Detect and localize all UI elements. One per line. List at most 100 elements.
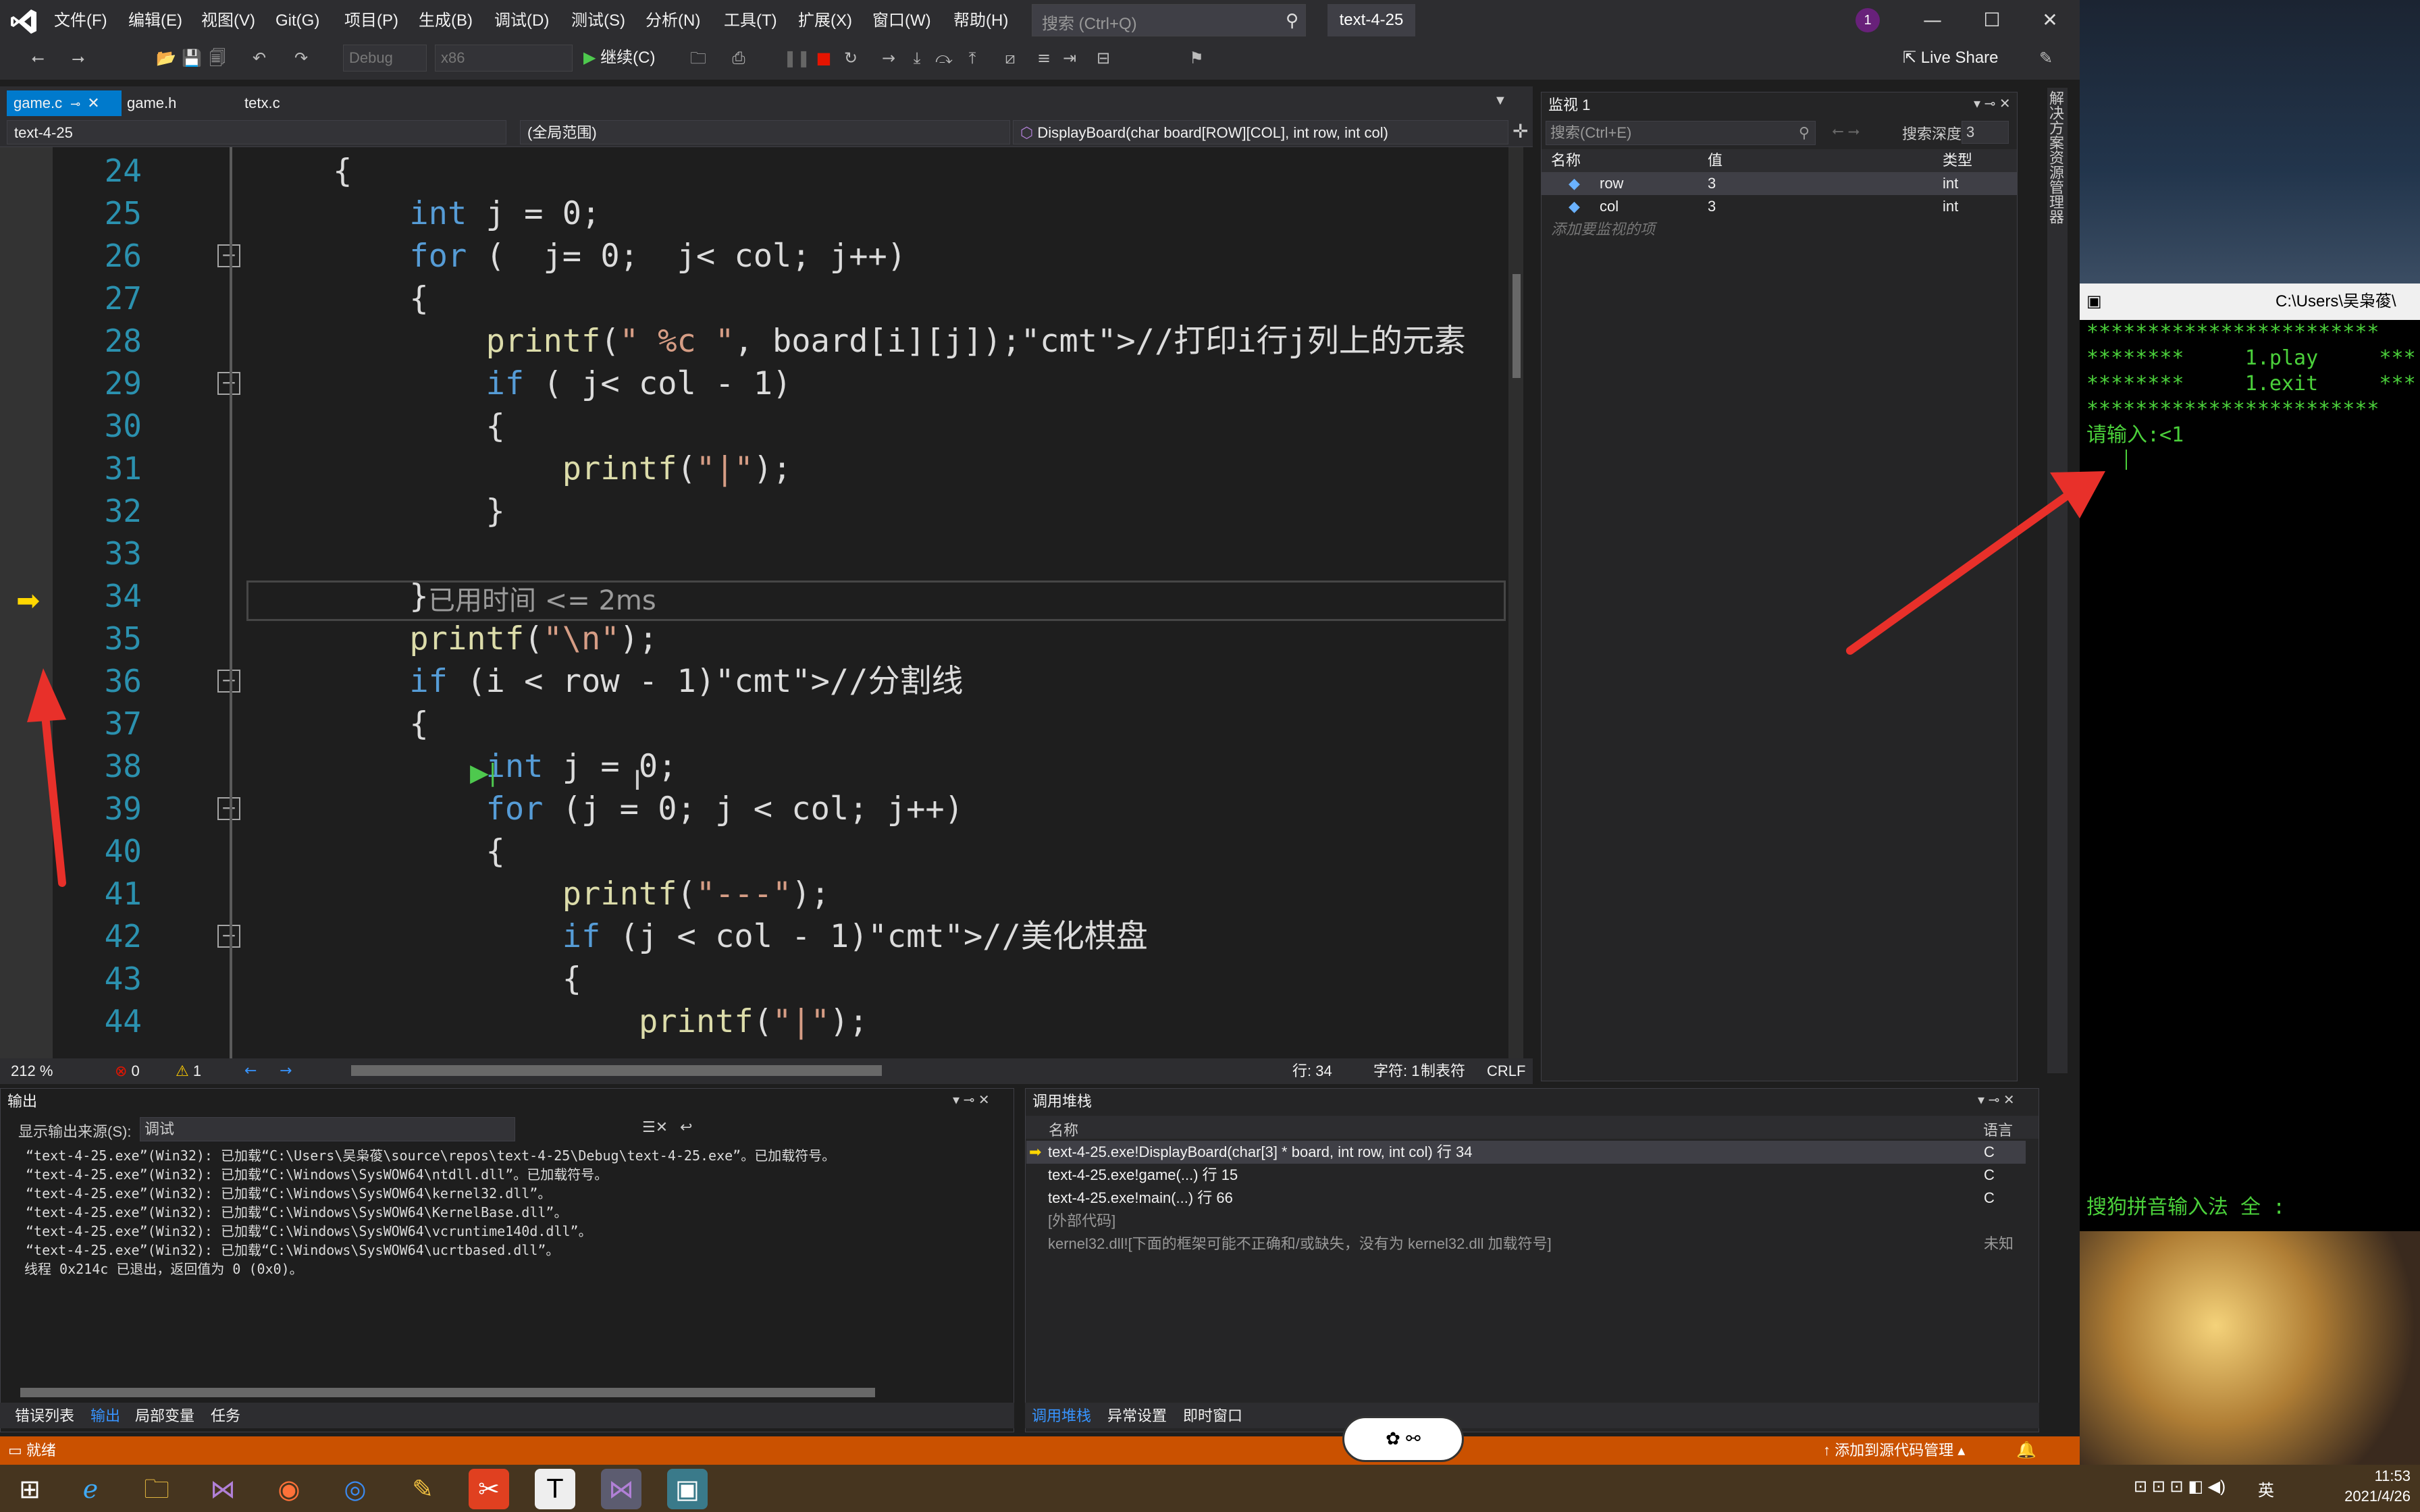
comment-icon[interactable]: ≡ — [1033, 47, 1055, 69]
tab-output[interactable]: 输出 — [90, 1404, 120, 1428]
fold-toggle-icon[interactable]: − — [217, 372, 240, 395]
scope-combo[interactable]: (全局范围) — [520, 120, 1010, 144]
tab-call-stack[interactable]: 调用堆栈 — [1032, 1404, 1091, 1428]
editor-horizontal-scrollbar[interactable] — [351, 1065, 882, 1076]
bell-icon[interactable]: 🔔 — [2016, 1440, 2036, 1459]
prev-issue-icon[interactable]: ← — [244, 1061, 257, 1081]
app-icon[interactable]: ✂ — [469, 1469, 509, 1509]
tab-game-h[interactable]: game.h — [120, 90, 183, 116]
tab-locals[interactable]: 局部变量 — [135, 1404, 194, 1428]
code-line[interactable]: int j = 0; — [257, 192, 600, 235]
code-line[interactable]: { — [257, 405, 505, 448]
internet-explorer-icon[interactable]: ℯ — [70, 1469, 111, 1509]
open-folder-icon[interactable]: 📂 — [155, 47, 177, 69]
config-combo[interactable]: Debug — [343, 45, 427, 72]
code-line[interactable]: { — [257, 277, 428, 320]
tab-game-c[interactable]: game.c ⊸ ✕ — [7, 90, 122, 116]
tab-list-dropdown-icon[interactable]: ▼ — [1494, 93, 1507, 109]
callstack-row[interactable]: text-4-25.exe!main(...) 行 66 C — [1026, 1187, 2026, 1210]
word-wrap-icon[interactable]: ↩ — [680, 1118, 692, 1136]
menu-item[interactable]: 工具(T) — [724, 9, 777, 33]
watch-row[interactable]: ◆ row 3 int — [1542, 172, 2017, 195]
code-line[interactable]: printf("---"); — [257, 873, 830, 915]
menu-item[interactable]: 测试(S) — [571, 9, 625, 33]
tab-exception-settings[interactable]: 异常设置 — [1107, 1404, 1167, 1428]
callstack-row[interactable]: [外部代码] — [1026, 1210, 2026, 1233]
warning-count[interactable]: ⚠ 1 — [176, 1061, 201, 1081]
browser-icon[interactable]: ◎ — [335, 1469, 375, 1509]
code-line[interactable]: for ( j= 0; j< col; j++) — [257, 235, 906, 277]
stop-icon[interactable]: ■ — [813, 47, 835, 69]
tab-tasks[interactable]: 任务 — [211, 1404, 240, 1428]
error-count[interactable]: ⊗ 0 — [115, 1061, 140, 1081]
input-language[interactable]: 英 — [2258, 1477, 2274, 1501]
redo-icon[interactable]: ↷ — [290, 47, 312, 69]
menu-item[interactable]: 扩展(X) — [798, 9, 852, 33]
paint-icon[interactable]: ✎ — [402, 1469, 443, 1509]
clock-date[interactable]: 2021/4/26 — [2323, 1488, 2411, 1505]
visual-studio-icon[interactable]: ⋈ — [203, 1469, 243, 1509]
clock-time[interactable]: 11:53 — [2336, 1467, 2411, 1485]
forward-icon[interactable]: ⭢ — [68, 47, 89, 69]
step-over-icon[interactable]: ⤼ — [933, 47, 955, 69]
nav-arrows-icon[interactable]: ⭠ ⭢ — [1832, 122, 1860, 140]
back-icon[interactable]: ⭠ — [27, 47, 49, 69]
function-combo[interactable]: ⬡ DisplayBoard(char board[ROW][COL], int… — [1013, 120, 1508, 144]
screenshot-icon[interactable]: ⎙ — [728, 47, 749, 69]
menu-item[interactable]: 视图(V) — [201, 9, 255, 33]
continue-button[interactable]: ▶ 继续(C) — [583, 43, 655, 73]
code-line[interactable]: int j = 0; — [257, 745, 677, 788]
pane-controls-icon[interactable]: ▾ ⊸ ✕ — [953, 1091, 990, 1108]
folder-icon[interactable]: 🗀 — [687, 47, 709, 69]
fold-toggle-icon[interactable]: − — [217, 925, 240, 948]
step-into-icon[interactable]: ⤓ — [906, 47, 928, 69]
fold-toggle-icon[interactable]: − — [217, 797, 240, 820]
show-next-statement-icon[interactable]: → — [878, 47, 899, 69]
editor-scroll-thumb[interactable] — [1512, 274, 1521, 378]
menu-item[interactable]: 窗口(W) — [872, 9, 931, 33]
close-button[interactable]: ✕ — [2030, 5, 2070, 35]
feedback-icon[interactable]: ✎ — [2035, 47, 2057, 69]
menu-item[interactable]: Git(G) — [275, 9, 319, 33]
console-title-bar[interactable]: ▣ C:\Users\吴枭葰\ — [2080, 284, 2420, 320]
start-button-icon[interactable]: ⊞ — [9, 1469, 50, 1509]
code-line[interactable]: if (j < col - 1)"cmt">//美化棋盘 — [257, 915, 1148, 958]
file-explorer-icon[interactable]: 🗀 — [136, 1469, 177, 1509]
tabs-indicator[interactable]: 制表符 — [1421, 1061, 1465, 1081]
console-task-icon[interactable]: ▣ — [667, 1469, 708, 1509]
minimize-button[interactable]: — — [1912, 5, 1953, 35]
fold-toggle-icon[interactable]: − — [217, 670, 240, 693]
tab-tetx-c[interactable]: tetx.c — [238, 90, 287, 116]
code-line[interactable]: } — [257, 490, 505, 533]
floating-widget[interactable]: ✿ ⚯ — [1342, 1416, 1464, 1462]
code-line[interactable]: { — [257, 150, 352, 192]
output-source-combo[interactable]: 调试 — [140, 1117, 515, 1141]
code-line[interactable]: { — [257, 830, 505, 873]
bookmark-icon[interactable]: ⊟ — [1093, 47, 1114, 69]
maximize-button[interactable]: ☐ — [1972, 5, 2012, 35]
watch-row[interactable]: ◆ col 3 int — [1542, 195, 2017, 218]
save-icon[interactable]: 💾 — [181, 47, 203, 69]
system-tray-icons[interactable]: ⊡ ⊡ ⊡ ◧ ◀) — [2134, 1477, 2226, 1496]
split-icon[interactable]: ✛ — [1512, 120, 1528, 142]
menu-item[interactable]: 生成(B) — [419, 9, 473, 33]
solution-explorer-label[interactable]: 解决方案资源管理器 — [2047, 90, 2066, 224]
search-box[interactable]: 搜索 (Ctrl+Q) ⚲ — [1032, 4, 1306, 36]
menu-item[interactable]: 调试(D) — [494, 9, 549, 33]
zoom-level[interactable]: 212 % — [11, 1061, 53, 1081]
eol-indicator[interactable]: CRLF — [1487, 1061, 1525, 1081]
pin-icon[interactable]: ⊸ — [70, 97, 80, 111]
tab-error-list[interactable]: 错误列表 — [15, 1404, 74, 1428]
pane-controls-icon[interactable]: ▾ ⊸ ✕ — [1978, 1091, 2015, 1108]
watch-add-row[interactable]: 添加要监视的项 — [1542, 218, 2017, 241]
indent-icon[interactable]: ⇥ — [1059, 47, 1080, 69]
typora-icon[interactable]: T — [535, 1469, 575, 1509]
pause-icon[interactable]: ❚❚ — [783, 47, 810, 69]
step-out-icon[interactable]: ⤒ — [962, 47, 983, 69]
code-line[interactable]: printf(" %c ", board[i][j]);"cmt">//打印i行… — [257, 320, 1466, 362]
project-combo[interactable]: text-4-25 — [7, 120, 506, 144]
code-line[interactable]: for (j = 0; j < col; j++) — [257, 788, 964, 830]
menu-item[interactable]: 分析(N) — [646, 9, 700, 33]
visual-studio-active-icon[interactable]: ⋈ — [601, 1469, 641, 1509]
clear-all-icon[interactable]: ☰✕ — [642, 1118, 668, 1136]
